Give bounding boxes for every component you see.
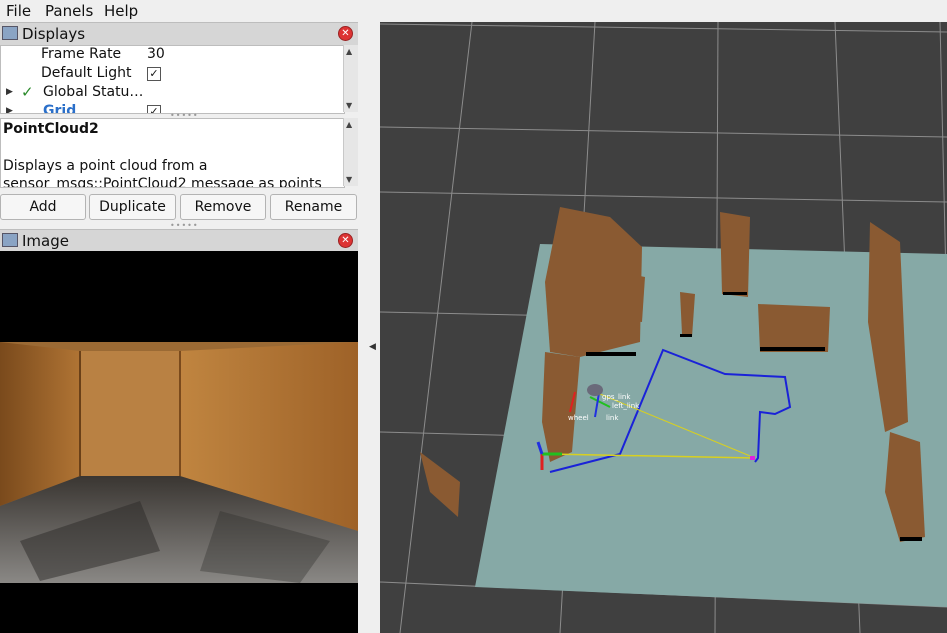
duplicate-button[interactable]: Duplicate [89, 194, 176, 220]
expand-arrow-icon[interactable]: ▶ [6, 106, 13, 113]
grid-checkbox[interactable]: ✓ [147, 105, 161, 113]
camera-view-render [0, 251, 358, 633]
default-light-label: Default Light [41, 65, 132, 81]
frame-label-wheel: wheel [568, 414, 589, 422]
global-status-label: Global Statu… [43, 84, 144, 100]
displays-dock-title: Displays ✕ [0, 22, 358, 46]
image-dock-title: Image ✕ [0, 229, 358, 253]
description-scrollbar[interactable]: ▲ ▼ [343, 118, 358, 186]
scroll-down-icon[interactable]: ▼ [346, 175, 352, 184]
close-icon[interactable]: ✕ [338, 233, 353, 248]
description-body: Displays a point cloud from a sensor_msg… [3, 158, 322, 188]
tree-scrollbar[interactable]: ▲ ▼ [343, 45, 358, 112]
frame-label-left: left_link [612, 402, 640, 410]
displays-title: Displays [22, 25, 86, 43]
menu-file[interactable]: File [6, 2, 31, 20]
menu-help[interactable]: Help [104, 2, 138, 20]
tree-row-default-light[interactable]: Default Light ✓ [1, 65, 344, 84]
close-icon[interactable]: ✕ [338, 26, 353, 41]
status-ok-icon: ✓ [21, 83, 34, 101]
description-heading: PointCloud2 [3, 121, 99, 137]
menu-bar: File Panels Help [0, 0, 947, 22]
frame-rate-value[interactable]: 30 [147, 46, 165, 62]
3d-viewport[interactable]: gps_link left_link wheel link [380, 22, 947, 633]
menu-panels[interactable]: Panels [45, 2, 93, 20]
rename-button[interactable]: Rename [270, 194, 357, 220]
description-box: PointCloud2 Displays a point cloud from … [0, 118, 345, 188]
camera-image [0, 251, 358, 633]
vertical-splitter[interactable]: ◀ [358, 22, 380, 633]
scroll-down-icon[interactable]: ▼ [346, 101, 352, 110]
default-light-checkbox[interactable]: ✓ [147, 67, 161, 81]
expand-arrow-icon[interactable]: ▶ [6, 87, 13, 97]
remove-button[interactable]: Remove [180, 194, 266, 220]
image-icon [2, 233, 18, 247]
tree-row-global-status[interactable]: ▶ ✓ Global Statu… [1, 83, 344, 103]
3d-scene: gps_link left_link wheel link [380, 22, 947, 633]
scroll-up-icon[interactable]: ▲ [346, 47, 352, 56]
frame-label-gps: gps_link [602, 393, 631, 401]
scroll-up-icon[interactable]: ▲ [346, 120, 352, 129]
monitor-icon [2, 26, 18, 40]
image-title: Image [22, 232, 69, 250]
collapse-left-icon[interactable]: ◀ [369, 342, 376, 352]
displays-tree: Frame Rate 30 Default Light ✓ ▶ ✓ Global… [0, 45, 345, 114]
frame-label-link: link [606, 414, 619, 422]
add-button[interactable]: Add [0, 194, 86, 220]
tree-row-frame-rate[interactable]: Frame Rate 30 [1, 46, 344, 65]
frame-rate-label: Frame Rate [41, 46, 122, 62]
grid-label: Grid [43, 103, 77, 114]
